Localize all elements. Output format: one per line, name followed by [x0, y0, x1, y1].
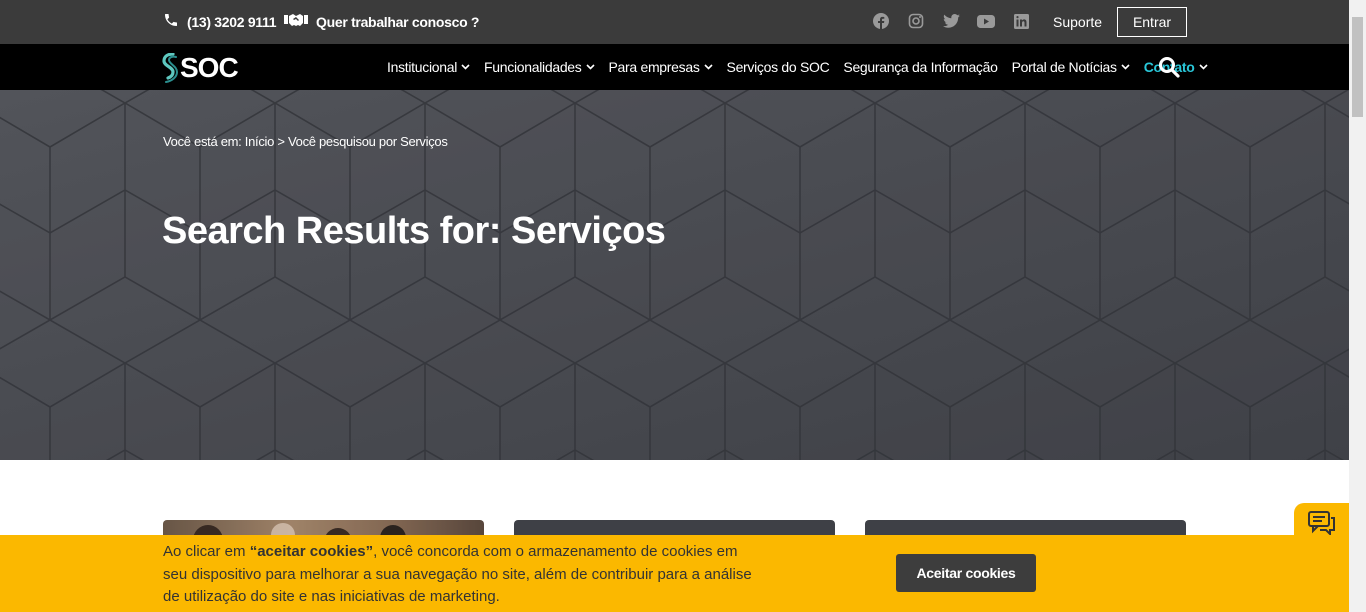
chevron-down-icon: [703, 64, 713, 70]
nav-item-label: Portal de Notícias: [1011, 59, 1117, 75]
nav-item-label: Funcionalidades: [484, 59, 582, 75]
chevron-down-icon: [585, 64, 595, 70]
youtube-icon[interactable]: [977, 12, 995, 30]
nav-item-seguranca[interactable]: Segurança da Informação: [843, 59, 998, 75]
facebook-icon[interactable]: [872, 12, 890, 30]
nav-menu: Institucional Funcionalidades Para empre…: [387, 59, 1208, 75]
chat-icon: [1307, 511, 1335, 536]
main-navigation: SOC Institucional Funcionalidades Para e…: [0, 44, 1349, 90]
phone-contact[interactable]: (13) 3202 9111: [163, 12, 277, 31]
handshake-icon: [284, 12, 308, 31]
work-with-us-label: Quer trabalhar conosco ?: [316, 13, 480, 30]
cookie-text-highlight: “aceitar cookies”: [249, 543, 374, 560]
nav-item-label: Segurança da Informação: [843, 59, 998, 75]
hero-banner: Você está em: Início > Você pesquisou po…: [0, 90, 1349, 460]
search-button[interactable]: [1158, 56, 1180, 83]
cookie-text-part: Ao clicar em: [163, 543, 250, 560]
nav-item-label: Para empresas: [608, 59, 700, 75]
breadcrumb: Você está em: Início > Você pesquisou po…: [163, 134, 448, 149]
accept-cookies-button[interactable]: Aceitar cookies: [896, 554, 1036, 592]
search-icon: [1159, 57, 1180, 78]
nav-item-para-empresas[interactable]: Para empresas: [609, 59, 713, 75]
cookie-banner: Ao clicar em “aceitar cookies”, você con…: [0, 535, 1349, 612]
nav-item-servicos-do-soc[interactable]: Serviços do SOC: [727, 59, 830, 75]
nav-item-label: Institucional: [387, 59, 458, 75]
chevron-down-icon: [1121, 64, 1130, 70]
login-button[interactable]: Entrar: [1117, 7, 1187, 37]
cookie-message: Ao clicar em “aceitar cookies”, você con…: [163, 541, 763, 609]
phone-number: (13) 3202 9111: [187, 13, 277, 30]
chevron-down-icon: [1198, 64, 1208, 70]
nav-item-institucional[interactable]: Institucional: [387, 59, 470, 75]
linkedin-icon[interactable]: [1012, 12, 1030, 30]
social-links: [872, 12, 1030, 30]
logo-text: SOC: [180, 52, 239, 83]
work-with-us-link[interactable]: Quer trabalhar conosco ?: [284, 12, 479, 31]
logo-mark-icon: [162, 53, 178, 83]
soc-logo[interactable]: SOC: [162, 52, 239, 84]
support-link[interactable]: Suporte: [1053, 14, 1102, 30]
nav-item-label: Serviços do SOC: [726, 59, 830, 75]
nav-item-funcionalidades[interactable]: Funcionalidades: [484, 59, 595, 75]
page-title: Search Results for: Serviços: [162, 210, 666, 252]
nav-item-portal-noticias[interactable]: Portal de Notícias: [1012, 59, 1130, 75]
top-bar: (13) 3202 9111 Quer trabalhar conosco ? …: [0, 0, 1349, 44]
phone-icon: [163, 12, 179, 31]
chevron-down-icon: [461, 64, 470, 70]
scrollbar-thumb[interactable]: [1352, 17, 1363, 117]
twitter-icon[interactable]: [942, 12, 960, 30]
instagram-icon[interactable]: [907, 12, 925, 30]
